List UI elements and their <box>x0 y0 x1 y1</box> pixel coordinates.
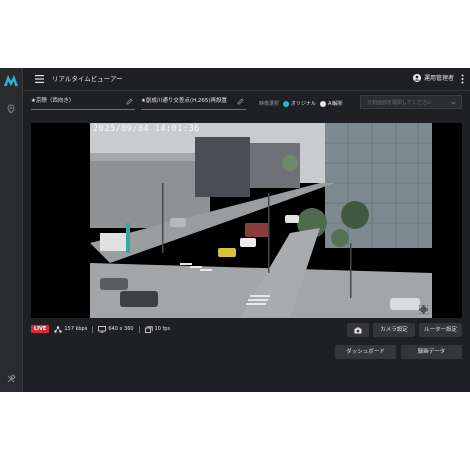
camera-name-value: ★京際（西向き） <box>31 98 75 104</box>
user-name: 運用管理者 <box>423 75 454 82</box>
location-name-field[interactable]: ★創成川通り交差点(H.265)再設置 <box>141 96 246 110</box>
divider <box>92 325 94 333</box>
location-pin-icon[interactable] <box>6 104 16 114</box>
radio-ai-label: AI解析 <box>328 101 343 107</box>
radio-original-label: オリジナル <box>291 101 317 107</box>
bitrate-stat: 157 kbps <box>54 325 88 333</box>
stream-stats: LIVE 157 kbps 640 x 360 10 fps <box>31 323 170 335</box>
bitrate-value: 157 kbps <box>64 326 88 332</box>
video-player[interactable]: 2025/09/04 14:01:36 <box>31 123 462 318</box>
split-screen-placeholder: 分割画面を選択してください <box>367 100 432 106</box>
user-menu[interactable]: 運用管理者 <box>412 73 454 82</box>
page-title: リアルタイムビューアー <box>52 75 123 83</box>
video-source-label: 映像選択 <box>259 101 280 107</box>
camera-name-field[interactable]: ★京際（西向き） <box>31 96 135 110</box>
resolution-value: 640 x 360 <box>108 326 134 332</box>
app-window: リアルタイムビューアー 運用管理者 ★京際（西向き） ★創成川通り交差点(H.2… <box>0 68 470 392</box>
camera-feed-image <box>90 123 432 318</box>
dashboard-button[interactable]: ダッシュボード <box>335 345 396 359</box>
radio-ai[interactable]: AI解析 <box>320 100 343 107</box>
radio-selected-icon <box>283 100 290 107</box>
chevron-down-icon <box>451 101 456 105</box>
resolution-stat: 640 x 360 <box>98 325 134 333</box>
snapshot-button[interactable] <box>347 323 369 337</box>
radio-unselected-icon <box>320 100 327 107</box>
video-timestamp: 2025/09/04 14:01:36 <box>93 124 200 134</box>
camera-settings-button[interactable]: カメラ設定 <box>373 323 415 337</box>
video-source-selector: 映像選択 オリジナル AI解析 <box>259 100 343 107</box>
brand-logo-icon[interactable] <box>3 73 19 87</box>
divider <box>138 325 140 333</box>
frames-icon <box>144 325 153 333</box>
sidebar <box>0 68 23 392</box>
menu-icon[interactable] <box>35 75 44 83</box>
live-badge: LIVE <box>31 325 50 333</box>
expand-icon[interactable] <box>419 305 428 314</box>
fps-value: 10 fps <box>154 326 171 332</box>
user-icon <box>412 73 421 82</box>
camera-feed[interactable]: 2025/09/04 14:01:36 <box>90 123 432 318</box>
radio-original[interactable]: オリジナル <box>283 100 316 107</box>
camera-toolbar: ★京際（西向き） ★創成川通り交差点(H.265)再設置 映像選択 オリジナル … <box>23 92 470 114</box>
camera-icon <box>354 327 362 333</box>
edit-icon[interactable] <box>126 98 133 105</box>
monitor-icon <box>98 325 107 333</box>
topbar: リアルタイムビューアー 運用管理者 <box>23 68 470 91</box>
router-settings-button[interactable]: ルーター設定 <box>419 323 462 337</box>
edit-icon[interactable] <box>237 98 244 105</box>
network-icon <box>54 325 63 333</box>
kebab-menu-icon[interactable] <box>461 74 464 84</box>
recording-data-button[interactable]: 録画データ <box>401 345 462 359</box>
location-name-value: ★創成川通り交差点(H.265)再設置 <box>141 98 228 104</box>
split-screen-select[interactable]: 分割画面を選択してください <box>360 95 462 109</box>
fps-stat: 10 fps <box>144 325 171 333</box>
wrench-icon[interactable] <box>6 374 16 384</box>
